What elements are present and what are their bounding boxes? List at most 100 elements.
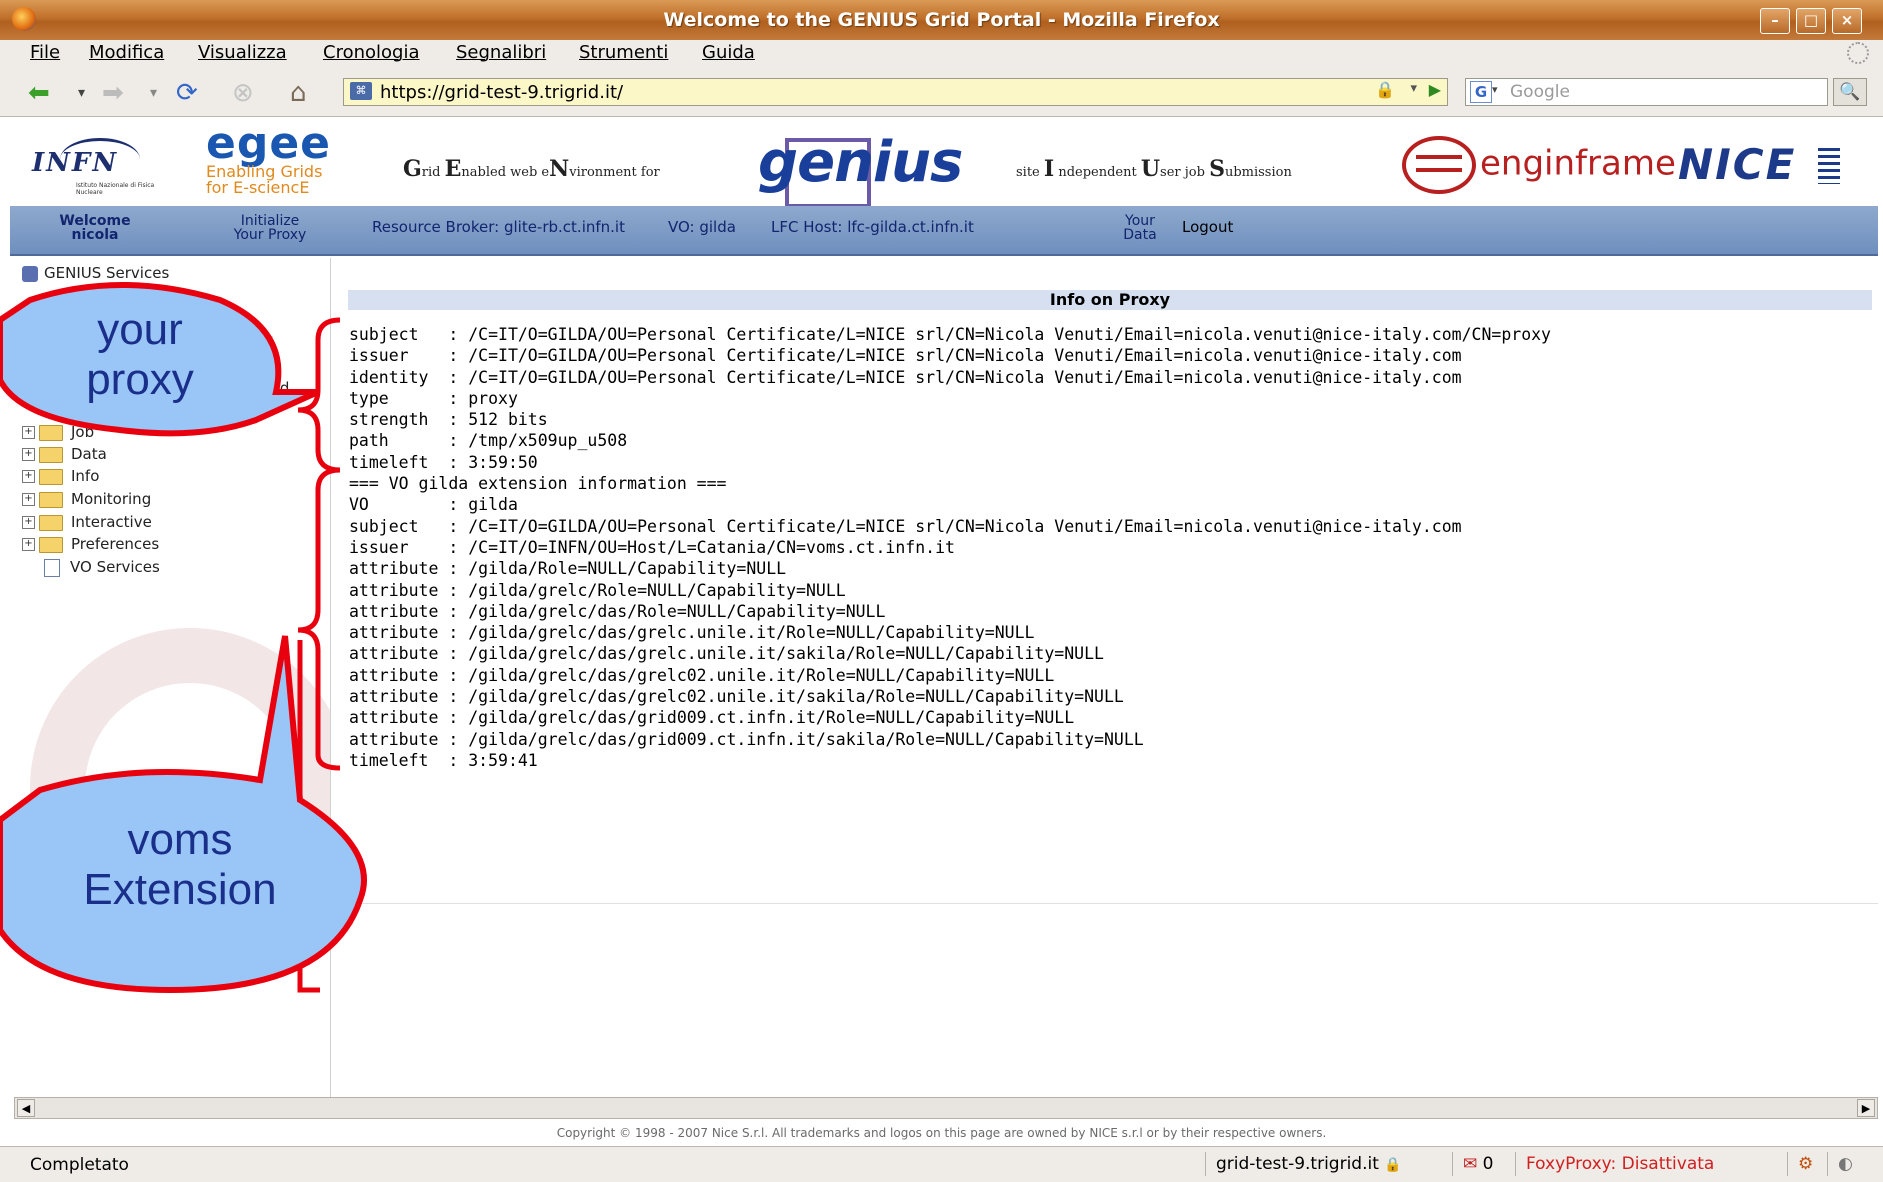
menu-file[interactable]: File: [30, 42, 60, 63]
navigation-toolbar: ⬅ ▾ ➡ ▾ ⟳ ⊗ ⌂ ⌘ https://grid-test-9.trig…: [0, 70, 1883, 117]
enginframe-logo: enginframe: [1402, 136, 1676, 194]
close-window-button[interactable]: ×: [1832, 8, 1862, 34]
foxyproxy-status[interactable]: FoxyProxy: Disattivata: [1515, 1152, 1786, 1176]
genius-logo: genius: [758, 130, 963, 195]
lfc-host-link[interactable]: LFC Host: lfc-gilda.ct.infn.it: [771, 220, 974, 235]
proxy-info-line: attribute : /gilda/Role=NULL/Capability=…: [349, 559, 787, 579]
proxy-info-line: attribute : /gilda/grelc/das/grelc.unile…: [349, 644, 1104, 664]
sidebar-item-data[interactable]: + Data: [22, 444, 107, 464]
folder-icon: [39, 514, 63, 531]
mail-notifier[interactable]: ✉ 0: [1452, 1152, 1513, 1176]
search-input[interactable]: G ▾ Google: [1465, 78, 1828, 106]
menu-visualizza[interactable]: Visualizza: [198, 42, 287, 63]
proxy-info-line: attribute : /gilda/grelc/Role=NULL/Capab…: [349, 580, 846, 600]
proxy-info-line: === VO gilda extension information ===: [349, 474, 727, 494]
status-icon[interactable]: ◐: [1827, 1152, 1868, 1176]
your-data-link[interactable]: Your Data: [1110, 214, 1170, 242]
menu-bar: File Modifica Visualizza Cronologia Segn…: [0, 40, 1883, 70]
stop-icon[interactable]: ⊗: [232, 78, 254, 108]
proxy-info-line: path : /tmp/x509up_u508: [349, 431, 628, 451]
folder-icon: [39, 468, 63, 485]
reload-icon[interactable]: ⟳: [176, 78, 198, 108]
sidebar-item-monitoring[interactable]: + Monitoring: [22, 489, 151, 509]
egee-logo: egee Enabling Grids for E-sciencE: [206, 118, 332, 197]
url-dropdown-icon[interactable]: ▾: [1410, 81, 1417, 96]
vo-link[interactable]: VO: gilda: [668, 220, 736, 235]
proxy-info-line: attribute : /gilda/grelc/das/grelc.unile…: [349, 623, 1035, 643]
proxy-info-line: attribute : /gilda/grelc/das/grid009.ct.…: [349, 729, 1144, 749]
proxy-info-line: attribute : /gilda/grelc/das/grelc02.uni…: [349, 687, 1124, 707]
back-history-dropdown-icon[interactable]: ▾: [78, 78, 85, 108]
horizontal-scrollbar[interactable]: ◀ ▶: [14, 1097, 1878, 1119]
sidebar-item-job[interactable]: + Job: [22, 422, 94, 442]
proxy-info-line: timeleft : 3:59:50: [349, 452, 538, 472]
search-engine-icon[interactable]: G: [1470, 81, 1492, 103]
scroll-right-icon[interactable]: ▶: [1857, 1099, 1875, 1117]
search-button[interactable]: 🔍: [1833, 78, 1867, 106]
main-content: Info on Proxy subject : /C=IT/O=GILDA/OU…: [332, 258, 1878, 1098]
initialize-proxy-link[interactable]: Initialize Your Proxy: [215, 214, 325, 242]
expand-icon: +: [22, 470, 35, 483]
search-placeholder: Google: [1510, 82, 1570, 102]
back-arrow-icon[interactable]: ⬅: [28, 78, 50, 108]
minimize-button[interactable]: –: [1760, 8, 1790, 34]
forward-arrow-icon[interactable]: ➡: [102, 78, 124, 108]
sidebar-item-interactive[interactable]: + Interactive: [22, 512, 152, 532]
search-engine-dropdown-icon[interactable]: ▾: [1492, 83, 1498, 96]
forward-history-dropdown-icon[interactable]: ▾: [150, 78, 157, 108]
window-title-bar[interactable]: Welcome to the GENIUS Grid Portal - Mozi…: [0, 0, 1883, 41]
folder-icon: [39, 446, 63, 463]
menu-modifica[interactable]: Modifica: [89, 42, 164, 63]
menu-guida[interactable]: Guida: [702, 42, 755, 63]
proxy-info-line: identity : /C=IT/O=GILDA/OU=Personal Cer…: [349, 367, 1462, 387]
sidebar-title: GENIUS Services: [22, 264, 169, 282]
menu-segnalibri[interactable]: Segnalibri: [456, 42, 546, 63]
proxy-info-line: type : proxy: [349, 388, 518, 408]
addon-icon[interactable]: ⚙: [1787, 1152, 1828, 1176]
go-icon[interactable]: ▶: [1429, 80, 1441, 99]
proxy-info-output: subject : /C=IT/O=GILDA/OU=Personal Cert…: [349, 324, 1551, 771]
proxy-info-line: issuer : /C=IT/O=GILDA/OU=Personal Certi…: [349, 346, 1462, 366]
nice-logo-lines: [1818, 148, 1840, 184]
maximize-button[interactable]: □: [1796, 8, 1826, 34]
url-bar[interactable]: ⌘ https://grid-test-9.trigrid.it/ 🔒 ▾ ▶: [343, 78, 1448, 106]
window-title: Welcome to the GENIUS Grid Portal - Mozi…: [663, 9, 1220, 31]
sidebar-partial-label: rd: [274, 379, 290, 397]
sidebar-partial-label: y: [264, 331, 273, 349]
magnifier-icon: 🔍: [1839, 82, 1861, 102]
folder-icon: [39, 424, 63, 441]
site-acronym: site I ndependent User job Submission: [1016, 156, 1292, 182]
site-identity-icon[interactable]: ⌘: [350, 82, 372, 100]
home-icon[interactable]: ⌂: [290, 78, 307, 108]
portal-banner: INFN Istituto Nazionale di Fisica Nuclea…: [10, 118, 1878, 208]
proxy-info-line: issuer : /C=IT/O=INFN/OU=Host/L=Catania/…: [349, 537, 955, 557]
proxy-info-line: subject : /C=IT/O=GILDA/OU=Personal Cert…: [349, 516, 1462, 536]
menu-strumenti[interactable]: Strumenti: [579, 42, 668, 63]
nice-logo: NICE: [1678, 140, 1797, 189]
ssl-lock-icon: 🔒: [1384, 1157, 1402, 1173]
expand-icon: +: [22, 426, 35, 439]
sidebar-item-info[interactable]: + Info: [22, 466, 99, 486]
scroll-left-icon[interactable]: ◀: [17, 1099, 35, 1117]
status-bar: Completato grid-test-9.trigrid.it 🔒 ✉ 0 …: [0, 1146, 1883, 1182]
welcome-user: Welcome nicola: [59, 213, 131, 243]
sidebar-item-vo-services[interactable]: VO Services: [22, 557, 160, 577]
voms-extension-label: voms Extension: [83, 815, 277, 914]
content-divider: [332, 903, 1878, 904]
portal-menu-bar: Welcome nicola Initialize Your Proxy Resou…: [10, 206, 1878, 256]
logout-link[interactable]: Logout: [1182, 220, 1233, 235]
copyright-footer: Copyright © 1998 - 2007 Nice S.r.l. All …: [556, 1126, 1327, 1140]
expand-icon: +: [22, 493, 35, 506]
proxy-info-line: subject : /C=IT/O=GILDA/OU=Personal Cert…: [349, 325, 1551, 344]
url-text[interactable]: https://grid-test-9.trigrid.it/: [380, 82, 623, 103]
status-host[interactable]: grid-test-9.trigrid.it 🔒: [1205, 1152, 1456, 1176]
sidebar-item-preferences[interactable]: + Preferences: [22, 534, 159, 554]
expand-icon: +: [22, 448, 35, 461]
ssl-lock-icon[interactable]: 🔒: [1375, 80, 1395, 99]
your-proxy-label: your proxy: [86, 305, 194, 404]
resource-broker-link[interactable]: Resource Broker: glite-rb.ct.infn.it: [372, 220, 625, 235]
genius-acronym: Grid Enabled web eNvironment for: [403, 156, 660, 182]
menu-cronologia[interactable]: Cronologia: [323, 42, 419, 63]
folder-icon: [39, 536, 63, 553]
expand-icon: +: [22, 538, 35, 551]
